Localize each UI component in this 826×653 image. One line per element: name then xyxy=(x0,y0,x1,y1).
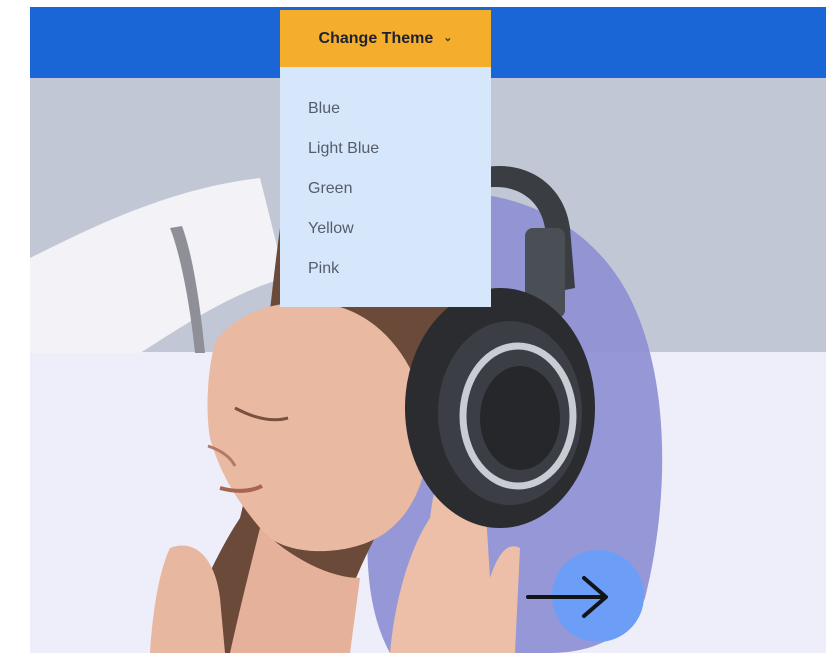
arrow-right-icon xyxy=(526,576,608,618)
change-theme-button[interactable]: Change Theme ⌄ xyxy=(280,10,491,67)
theme-option-light-blue[interactable]: Light Blue xyxy=(308,129,491,169)
change-theme-label: Change Theme xyxy=(318,29,434,47)
theme-dropdown-menu: Blue Light Blue Green Yellow Pink xyxy=(280,67,491,307)
theme-option-pink[interactable]: Pink xyxy=(308,249,491,289)
chevron-down-icon: ⌄ xyxy=(443,32,453,44)
app-frame: Change Theme ⌄ Blue Light Blue Green Yel… xyxy=(30,7,826,653)
theme-option-blue[interactable]: Blue xyxy=(308,89,491,129)
theme-option-yellow[interactable]: Yellow xyxy=(308,209,491,249)
theme-option-green[interactable]: Green xyxy=(308,169,491,209)
